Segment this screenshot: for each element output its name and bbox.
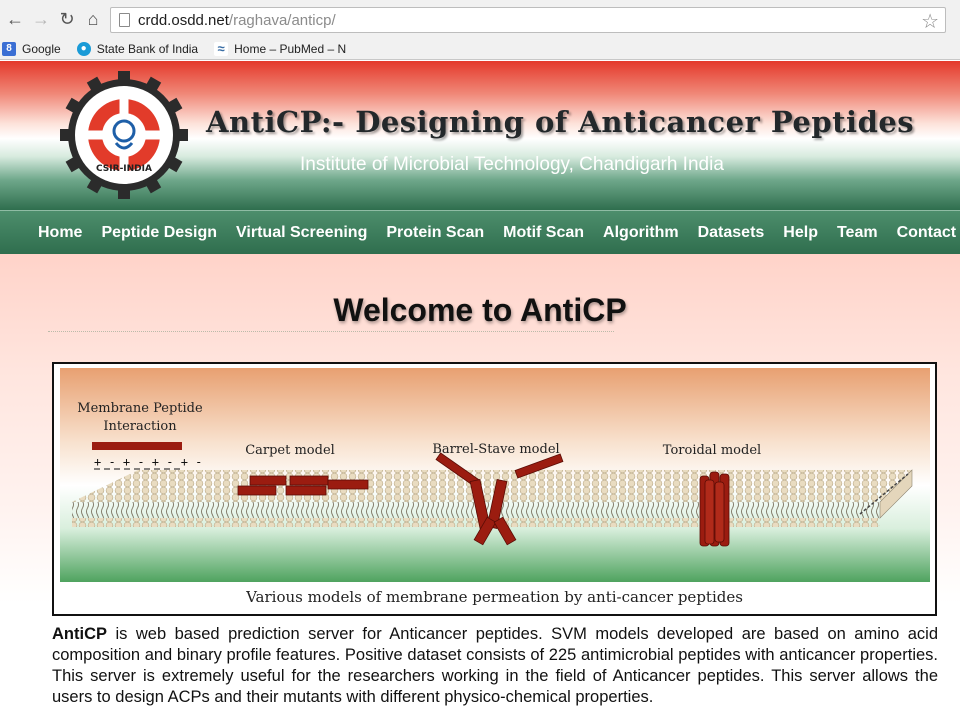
reload-icon[interactable]: ↻ bbox=[54, 6, 80, 32]
nav-peptide-design[interactable]: Peptide Design bbox=[101, 224, 217, 242]
url-path: /raghava/anticp/ bbox=[228, 11, 336, 29]
membrane-diagram: Membrane Peptide Interaction Carpet mode… bbox=[60, 368, 930, 582]
label-interaction: Interaction bbox=[103, 419, 177, 434]
url-host: crdd.osdd.net bbox=[138, 11, 229, 29]
bookmark-label: Google bbox=[22, 41, 61, 56]
peptide-bar bbox=[92, 442, 182, 450]
address-bar[interactable]: crdd.osdd.net/raghava/anticp/ ☆ bbox=[110, 7, 946, 33]
nav-datasets[interactable]: Datasets bbox=[698, 224, 765, 242]
csir-emblem-logo: CSIR-INDIA bbox=[60, 71, 188, 199]
nav-protein-scan[interactable]: Protein Scan bbox=[386, 224, 484, 242]
browser-toolbar: ← → ↻ ⌂ crdd.osdd.net/raghava/anticp/ ☆ bbox=[0, 0, 960, 38]
main-nav: Home Peptide Design Virtual Screening Pr… bbox=[0, 210, 960, 254]
nav-team[interactable]: Team bbox=[837, 224, 878, 242]
intro-paragraph: AntiCP is web based prediction server fo… bbox=[52, 624, 938, 708]
bookmark-label: Home – PubMed – N bbox=[234, 41, 347, 56]
nav-motif-scan[interactable]: Motif Scan bbox=[503, 224, 584, 242]
nav-contact-us[interactable]: Contact Us bbox=[897, 224, 960, 242]
bookmark-sbi[interactable]: ● State Bank of India bbox=[76, 41, 199, 56]
forward-arrow-icon[interactable]: → bbox=[28, 6, 54, 32]
site-header: CSIR-INDIA AntiCP:- Designing of Antican… bbox=[0, 61, 960, 210]
bookmarks-bar: 8 Google ● State Bank of India ≈ Home – … bbox=[0, 38, 960, 60]
charge-labels: + - + - + - + - bbox=[94, 455, 202, 469]
main-content: Welcome to AntiCP Membrane Peptide Inter… bbox=[0, 254, 960, 720]
toroidal-peptides bbox=[699, 471, 730, 547]
divider bbox=[48, 331, 614, 332]
bookmark-label: State Bank of India bbox=[96, 41, 199, 56]
emblem-label: CSIR-INDIA bbox=[96, 164, 152, 174]
sbi-icon: ● bbox=[76, 41, 91, 56]
label-toroidal-model: Toroidal model bbox=[663, 443, 761, 458]
pubmed-icon: ≈ bbox=[214, 41, 229, 56]
label-membrane-peptide: Membrane Peptide bbox=[77, 401, 203, 416]
intro-bold-name: AntiCP bbox=[52, 625, 107, 643]
nav-virtual-screening[interactable]: Virtual Screening bbox=[236, 224, 367, 242]
nav-algorithm[interactable]: Algorithm bbox=[603, 224, 679, 242]
google-icon: 8 bbox=[2, 41, 16, 56]
page-title: Welcome to AntiCP bbox=[333, 292, 627, 328]
label-barrel-stave-model: Barrel-Stave model bbox=[432, 442, 559, 457]
home-icon[interactable]: ⌂ bbox=[80, 6, 106, 32]
page-icon bbox=[119, 13, 130, 27]
nav-help[interactable]: Help bbox=[783, 224, 818, 242]
figure-caption: Various models of membrane permeation by… bbox=[246, 588, 743, 606]
bookmark-google[interactable]: 8 Google bbox=[2, 41, 61, 56]
bookmark-pubmed[interactable]: ≈ Home – PubMed – N bbox=[214, 41, 347, 56]
site-subtitle: Institute of Microbial Technology, Chand… bbox=[300, 154, 724, 175]
bookmark-star-icon[interactable]: ☆ bbox=[921, 9, 939, 34]
site-title: AntiCP:- Designing of Anticancer Peptide… bbox=[206, 105, 915, 139]
back-arrow-icon[interactable]: ← bbox=[2, 6, 28, 32]
label-carpet-model: Carpet model bbox=[245, 443, 335, 458]
membrane-models-figure: Membrane Peptide Interaction Carpet mode… bbox=[52, 362, 937, 616]
intro-text: is web based prediction server for Antic… bbox=[52, 625, 938, 706]
nav-home[interactable]: Home bbox=[38, 224, 82, 242]
